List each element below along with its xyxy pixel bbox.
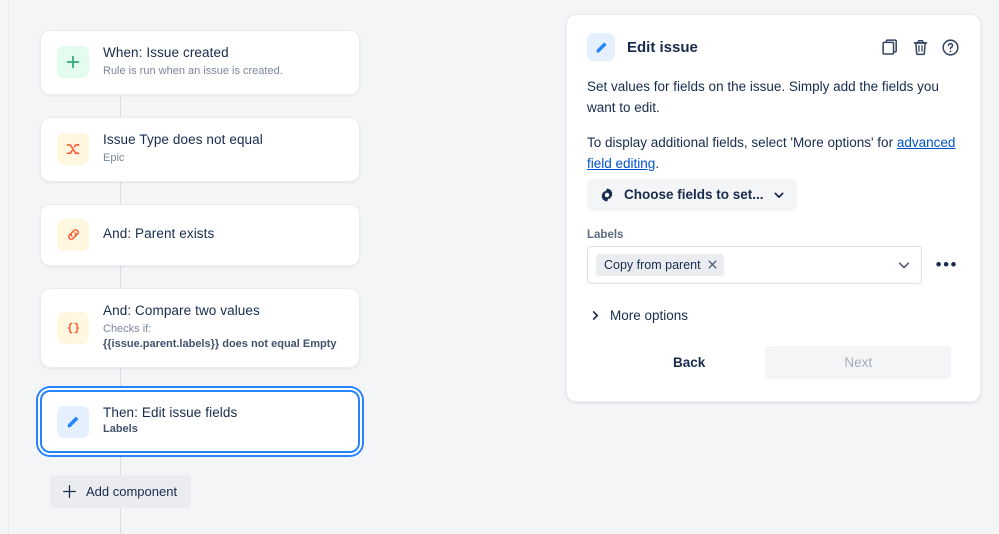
rule-card-issue-type-does-not-equal[interactable]: Issue Type does not equal Epic: [40, 116, 360, 182]
chevron-down-icon: [773, 189, 785, 201]
rule-card-title: Then: Edit issue fields: [103, 405, 238, 421]
help-icon[interactable]: [941, 38, 960, 57]
rule-chain: When: Issue created Rule is run when an …: [40, 30, 360, 534]
link-icon: [57, 218, 89, 251]
panel-title-group: Edit issue: [587, 33, 881, 61]
add-component-button[interactable]: Add component: [50, 475, 192, 509]
left-edge-divider: [8, 0, 9, 534]
chevron-down-icon[interactable]: [897, 258, 913, 272]
labels-select[interactable]: Copy from parent: [587, 245, 922, 284]
shuffle-icon: [57, 133, 89, 166]
rule-card-when-issue-created[interactable]: When: Issue created Rule is run when an …: [40, 30, 360, 95]
plus-icon: [62, 484, 77, 499]
add-component-label: Add component: [86, 484, 178, 500]
rule-card-title: Issue Type does not equal: [103, 131, 263, 147]
card-text: Then: Edit issue fields Labels: [103, 405, 237, 438]
panel-title: Edit issue: [627, 38, 698, 56]
rule-card-condition-expression: {{issue.parent.labels}} does not equal E…: [103, 338, 337, 351]
more-options-toggle[interactable]: More options: [590, 308, 688, 323]
braces-icon: [57, 312, 89, 344]
next-button[interactable]: Next: [765, 345, 952, 379]
labels-chip[interactable]: Copy from parent: [596, 253, 724, 276]
plus-icon: [57, 46, 89, 79]
edit-issue-panel: Edit issue Set values for fields on the …: [566, 14, 981, 402]
card-text: When: Issue created Rule is run when an …: [103, 45, 283, 80]
labels-field-row: Copy from parent •••: [587, 245, 960, 284]
close-icon[interactable]: [708, 260, 717, 269]
card-text: Issue Type does not equal Epic: [103, 132, 263, 167]
choose-fields-label: Choose fields to set...: [624, 187, 764, 203]
trash-icon[interactable]: [911, 38, 930, 57]
panel-description-2: To display additional fields, select 'Mo…: [587, 133, 960, 175]
panel-header: Edit issue: [587, 33, 960, 61]
more-options-label: More options: [610, 307, 689, 323]
rule-card-title: And: Compare two values: [103, 302, 260, 318]
chevron-right-icon: [590, 310, 601, 321]
panel-description-2-after: .: [655, 155, 660, 171]
rule-card-title: When: Issue created: [103, 45, 229, 60]
labels-chip-text: Copy from parent: [604, 257, 701, 272]
choose-fields-button[interactable]: Choose fields to set...: [587, 178, 797, 211]
gear-icon: [599, 187, 615, 203]
rule-card-subtitle: Checks if:: [103, 322, 152, 335]
pencil-icon: [587, 33, 615, 61]
card-text: And: Compare two values Checks if: {{iss…: [103, 303, 337, 354]
panel-description-2-before: To display additional fields, select 'Mo…: [587, 134, 897, 150]
rule-card-subtitle: Epic: [103, 151, 125, 164]
rule-card-subtitle: Labels: [103, 423, 138, 436]
rule-card-then-edit-issue-fields[interactable]: Then: Edit issue fields Labels: [40, 390, 360, 454]
labels-field-label: Labels: [587, 228, 624, 241]
rule-card-and-compare-two-values[interactable]: And: Compare two values Checks if: {{iss…: [40, 287, 360, 369]
panel-description-1: Set values for fields on the issue. Simp…: [587, 79, 939, 115]
card-text: And: Parent exists: [103, 226, 214, 243]
panel-header-actions: [881, 38, 960, 57]
rule-card-subtitle: Rule is run when an issue is created.: [103, 64, 283, 77]
rule-card-and-parent-exists[interactable]: And: Parent exists: [40, 203, 360, 266]
rule-card-title: And: Parent exists: [103, 226, 215, 242]
panel-footer: Back Next: [587, 345, 960, 379]
labels-more-menu-button[interactable]: •••: [934, 255, 960, 272]
pencil-icon: [57, 405, 89, 438]
duplicate-icon[interactable]: [881, 38, 900, 57]
back-button[interactable]: Back: [647, 346, 731, 379]
